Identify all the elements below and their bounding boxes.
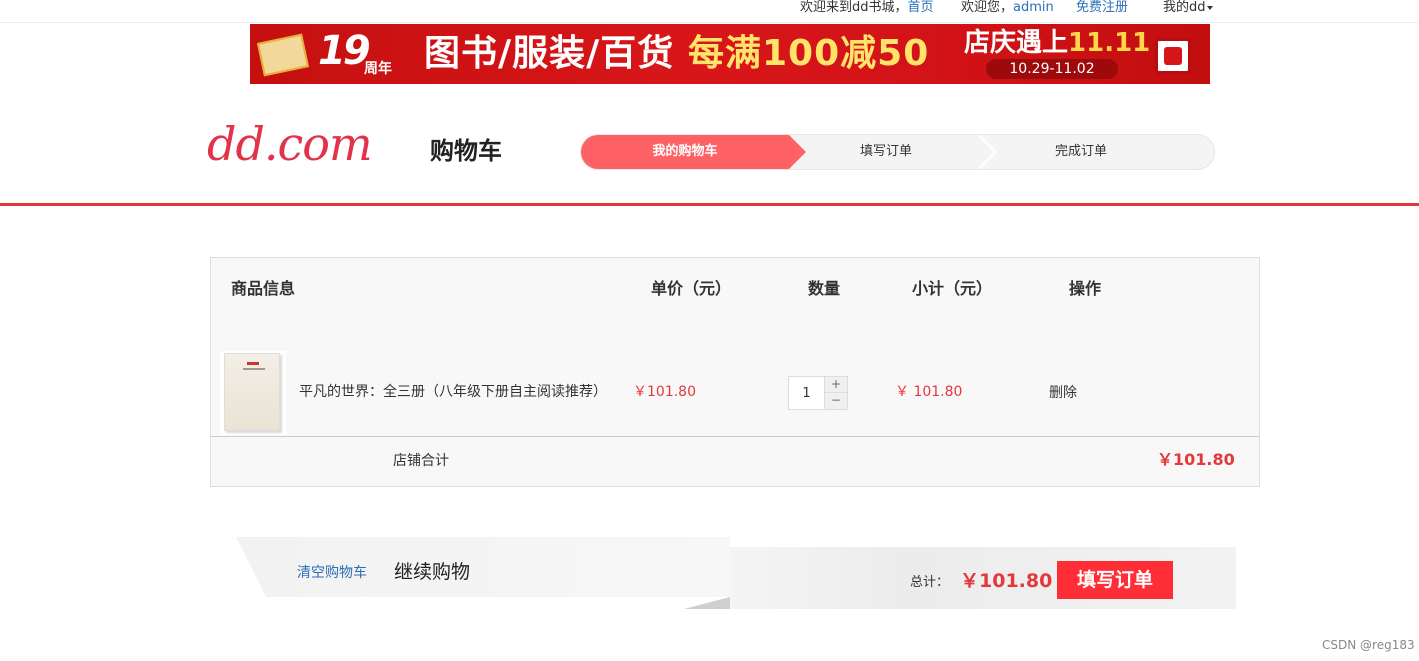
anniversary-number: 19 (318, 28, 371, 74)
quantity-stepper: + − (788, 376, 848, 410)
store-total-label: 店铺合计 (393, 453, 449, 469)
header-divider (0, 203, 1419, 206)
col-header-unit-price: 单价（元） (651, 279, 732, 298)
banner-categories: 图书/服装/百货 (424, 33, 675, 74)
greeting-text: 欢迎您，admin (961, 0, 1054, 16)
page-title: 购物车 (430, 137, 502, 165)
welcome-label: 欢迎来到dd书城， (800, 0, 908, 15)
greeting-label: 欢迎您， (961, 0, 1014, 15)
bottom-bar-fold (684, 597, 730, 609)
item-subtotal: ￥ 101.80 (895, 384, 963, 400)
fill-order-button[interactable]: 填写订单 (1057, 561, 1173, 599)
welcome-text: 欢迎来到dd书城，首页 (800, 0, 934, 16)
unit-price: ￥101.80 (633, 384, 696, 400)
quantity-decrease-button[interactable]: − (824, 393, 848, 410)
site-logo[interactable]: dd.com (207, 114, 373, 174)
store-total-value: ￥101.80 (1157, 450, 1235, 469)
continue-shopping-link[interactable]: 继续购物 (394, 559, 470, 585)
delete-item-button[interactable]: 删除 (1049, 384, 1077, 402)
clear-cart-link[interactable]: 清空购物车 (297, 564, 367, 582)
col-header-subtotal: 小计（元） (912, 279, 993, 298)
event-suffix: 11.11 (1068, 28, 1151, 58)
total-label: 总计： (910, 575, 950, 590)
my-dd-menu[interactable]: 我的dd (1163, 0, 1213, 16)
step-my-cart: 我的购物车 (581, 135, 806, 169)
product-name[interactable]: 平凡的世界：全三册（八年级下册自主阅读推荐） (299, 383, 607, 401)
total-value: ￥101.80 (960, 570, 1053, 592)
gift-box-icon (1155, 38, 1191, 74)
banner-event: 店庆遇上11.11 (964, 26, 1150, 60)
promo-banner[interactable]: 19 周年 图书/服装/百货 每满100减50 店庆遇上11.11 10.29-… (250, 24, 1210, 84)
top-bar: 欢迎来到dd书城，首页 欢迎您，admin 免费注册 我的dd (0, 0, 1419, 23)
home-link[interactable]: 首页 (908, 0, 934, 15)
my-dd-label: 我的dd (1163, 0, 1206, 15)
checkout-steps: 我的购物车 填写订单 完成订单 (580, 134, 1215, 170)
product-image[interactable] (220, 351, 286, 435)
banner-dates: 10.29-11.02 (986, 59, 1118, 79)
cart-table: 商品信息 单价（元） 数量 小计（元） 操作 平凡的世界：全三册（八年级下册自主… (210, 257, 1260, 487)
username-link[interactable]: admin (1013, 0, 1054, 15)
row-divider (211, 436, 1259, 437)
banner-promo: 每满100减50 (688, 33, 930, 74)
register-link[interactable]: 免费注册 (1076, 0, 1128, 16)
caret-down-icon (1206, 5, 1213, 10)
quantity-input[interactable] (788, 376, 824, 410)
watermark: CSDN @reg183 (1322, 638, 1415, 652)
col-header-action: 操作 (1069, 279, 1102, 298)
quantity-increase-button[interactable]: + (824, 376, 848, 393)
col-header-quantity: 数量 (808, 279, 841, 298)
event-prefix: 店庆遇上 (964, 28, 1069, 58)
book-cover (224, 353, 280, 431)
col-header-product: 商品信息 (231, 279, 296, 298)
anniversary-word: 周年 (364, 61, 392, 77)
step-fill-order: 填写订单 (859, 144, 912, 159)
step-complete-order: 完成订单 (1054, 144, 1107, 159)
books-illustration (256, 33, 310, 77)
